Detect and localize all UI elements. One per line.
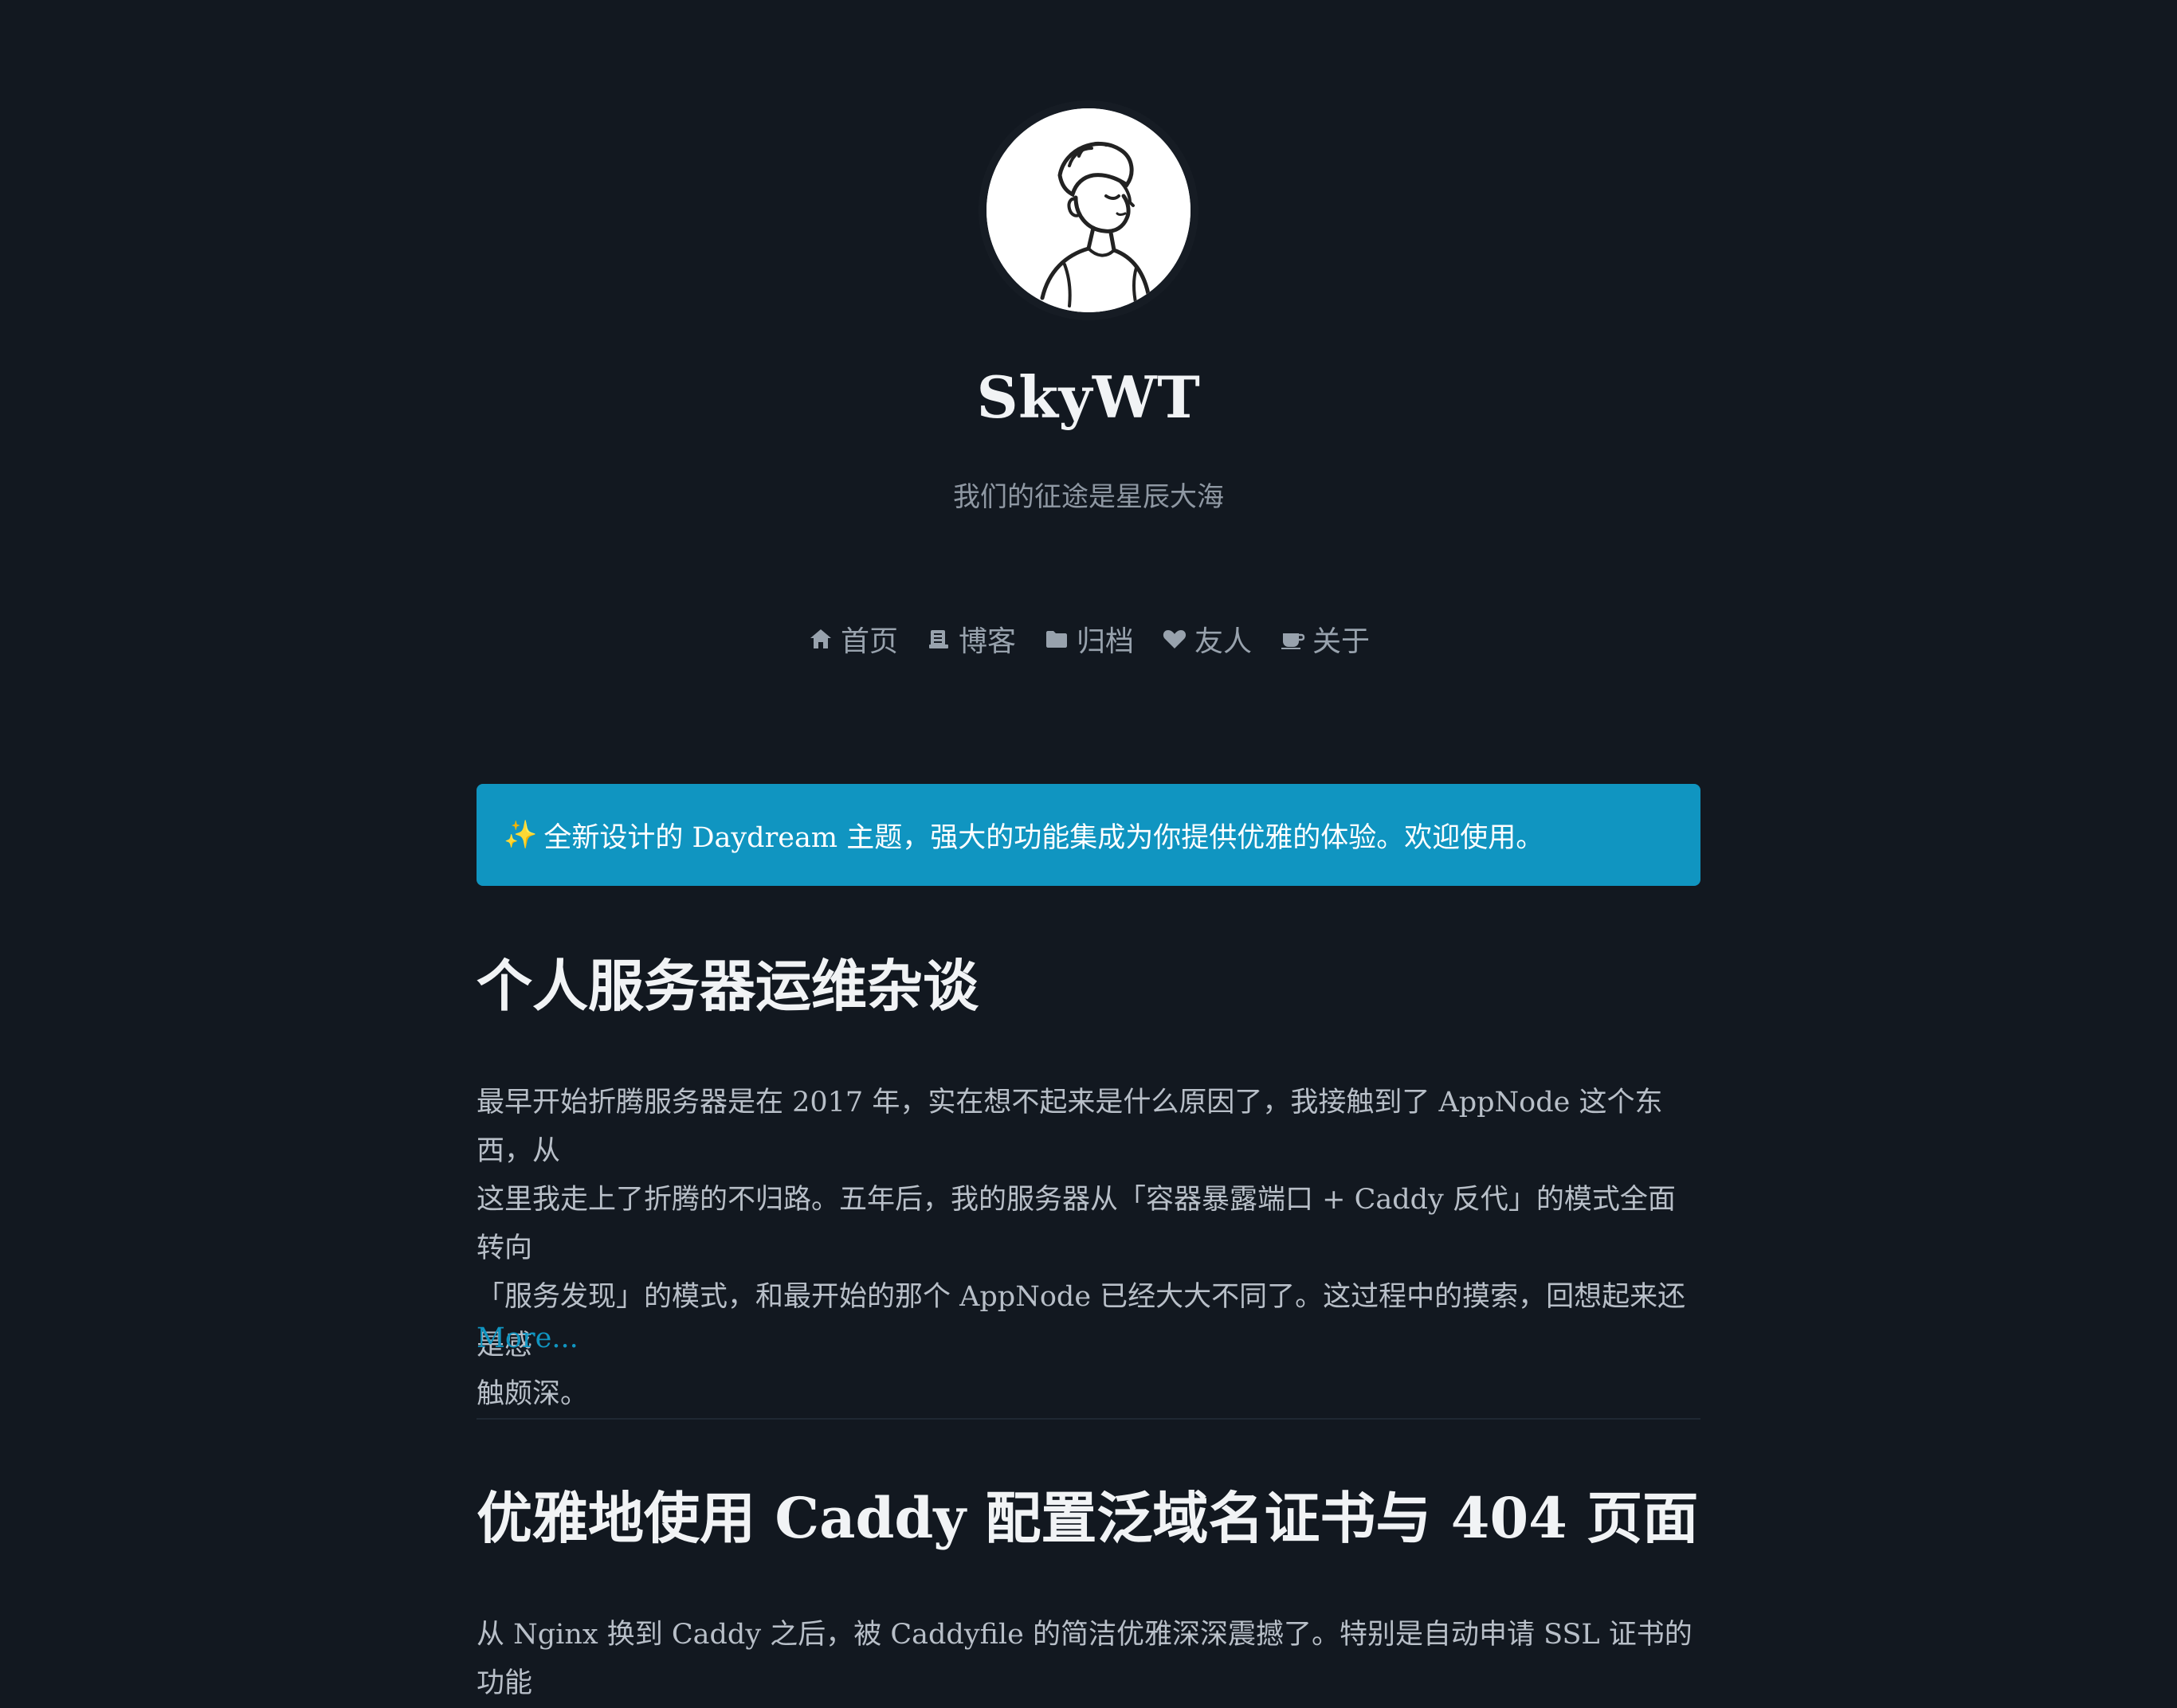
nav-item-label: 首页 — [840, 625, 898, 658]
blog-icon — [925, 625, 952, 652]
post-excerpt: 最早开始折腾服务器是在 2017 年，实在想不起来是什么原因了，我接触到了 Ap… — [477, 1079, 1700, 1419]
home-icon — [807, 625, 834, 652]
nav-item-label: 关于 — [1312, 625, 1371, 658]
post-more-wrapper: More... — [477, 1322, 1700, 1354]
announcement-text: 全新设计的 Daydream 主题，强大的功能集成为你提供优雅的体验。欢迎使用。 — [543, 821, 1544, 854]
coffee-icon — [1279, 625, 1306, 652]
post-excerpt-line: 从 Nginx 换到 Caddy 之后，被 Caddyfile 的简洁优雅深深震… — [477, 1619, 1693, 1699]
folder-icon — [1043, 625, 1070, 652]
site-title[interactable]: SkyWT — [477, 363, 1700, 431]
nav-item-label: 归档 — [1076, 625, 1134, 658]
post-divider — [477, 1418, 1700, 1420]
nav-item-label: 博客 — [958, 625, 1016, 658]
site-header: SkyWT 我们的征途是星辰大海 首页 博客 归档 友人 关于 — [477, 0, 1700, 717]
post-card: 优雅地使用 Caddy 配置泛域名证书与 404 页面 — [477, 1486, 1700, 1551]
sparkles-icon: ✨ — [504, 819, 538, 851]
post-excerpt-line: 「服务发现」的模式，和最开始的那个 AppNode 已经大大不同了。这过程中的摸… — [477, 1281, 1686, 1361]
post-excerpt-line: 最早开始折腾服务器是在 2017 年，实在想不起来是什么原因了，我接触到了 Ap… — [477, 1087, 1663, 1167]
site-subtitle: 我们的征途是星辰大海 — [953, 481, 1224, 513]
post-excerpt: 从 Nginx 换到 Caddy 之后，被 Caddyfile 的简洁优雅深深震… — [477, 1611, 1700, 1708]
post-title[interactable]: 优雅地使用 Caddy 配置泛域名证书与 404 页面 — [477, 1486, 1700, 1551]
avatar[interactable] — [987, 108, 1190, 312]
nav-item-friends[interactable]: 友人 — [1161, 618, 1252, 660]
read-more-link[interactable]: More... — [477, 1322, 579, 1354]
announcement-banner: ✨ 全新设计的 Daydream 主题，强大的功能集成为你提供优雅的体验。欢迎使… — [477, 784, 1700, 886]
post-excerpt-line: 这里我走上了折腾的不归路。五年后，我的服务器从「容器暴露端口 + Caddy 反… — [477, 1184, 1676, 1264]
post-excerpt-line: 触颇深。 — [477, 1378, 589, 1410]
main-nav: 首页 博客 归档 友人 关于 — [477, 618, 1700, 660]
nav-item-label: 友人 — [1194, 625, 1253, 658]
post-title[interactable]: 个人服务器运维杂谈 — [477, 954, 1700, 1019]
avatar-illustration-icon — [987, 108, 1190, 312]
nav-item-blog[interactable]: 博客 — [925, 618, 1016, 660]
page: SkyWT 我们的征途是星辰大海 首页 博客 归档 友人 关于 ✨ 全新设计的 … — [477, 0, 1700, 1699]
nav-item-home[interactable]: 首页 — [807, 618, 898, 660]
nav-item-about[interactable]: 关于 — [1279, 618, 1370, 660]
nav-item-archive[interactable]: 归档 — [1043, 618, 1134, 660]
post-card: 个人服务器运维杂谈 — [477, 954, 1700, 1019]
heart-icon — [1161, 625, 1188, 652]
